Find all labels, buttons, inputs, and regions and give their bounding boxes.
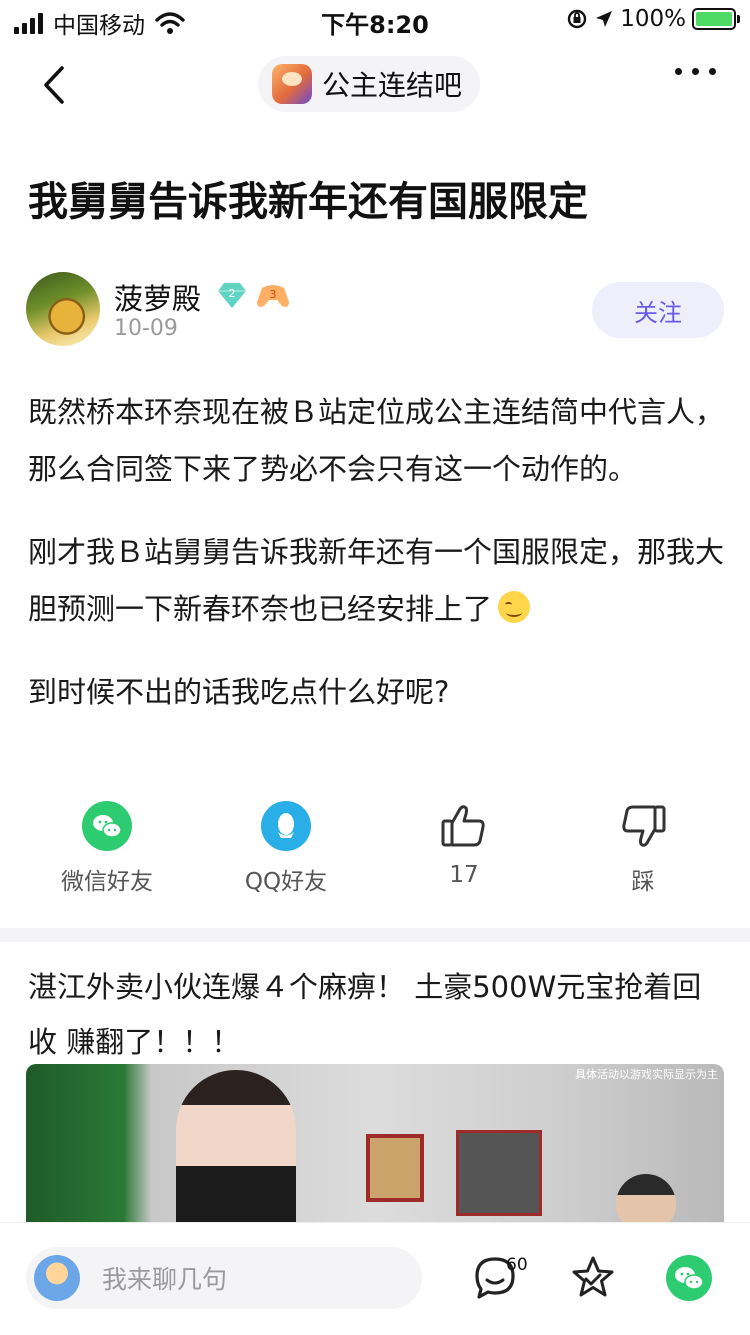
svg-text:2: 2 (229, 287, 236, 300)
share-wechat-button[interactable]: 微信好友 (27, 800, 187, 896)
paragraph: 既然桥本环奈现在被Ｂ站定位成公主连结简中代言人，那么合同签下来了势必不会只有这一… (28, 395, 725, 486)
paragraph: 到时候不出的话我吃点什么好呢? (28, 675, 450, 709)
gamepad-badge-icon: 3 (257, 285, 289, 307)
nav-bar: 公主连结吧 (0, 48, 750, 120)
section-divider (0, 928, 750, 942)
share-qq-button[interactable]: QQ好友 (206, 800, 366, 896)
status-bar: 中国移动 下午8:20 100% (0, 0, 750, 40)
favorite-star-icon[interactable] (568, 1253, 618, 1303)
share-wechat-label: 微信好友 (61, 869, 153, 895)
thumbs-up-icon (441, 805, 485, 847)
level-badge-icon: 2 (218, 283, 246, 308)
more-options-icon[interactable] (675, 68, 716, 75)
author-avatar[interactable] (26, 272, 100, 346)
wechat-share-icon[interactable] (664, 1253, 714, 1303)
ad-image[interactable]: 具体活动以游戏实际显示为主 (26, 1064, 724, 1224)
forum-avatar (272, 64, 312, 104)
post-title: 我舅舅告诉我新年还有国服限定 (28, 179, 588, 225)
forum-name: 公主连结吧 (322, 69, 463, 102)
author-name[interactable]: 菠萝殿 (114, 276, 201, 318)
ad-person (176, 1070, 296, 1224)
smile-emoji-icon (498, 591, 531, 623)
like-button[interactable]: 17 (384, 800, 544, 888)
orientation-lock-icon (568, 9, 587, 29)
user-avatar (34, 1255, 80, 1301)
dislike-label: 踩 (631, 869, 655, 895)
share-qq-label: QQ好友 (244, 869, 328, 895)
location-icon (596, 11, 613, 27)
back-icon[interactable] (30, 60, 80, 110)
comment-count: 60 (506, 1255, 528, 1275)
battery-icon (692, 8, 740, 30)
thumbs-down-icon (622, 805, 666, 847)
follow-button[interactable]: 关注 (592, 282, 724, 338)
comment-placeholder: 我来聊几句 (102, 1265, 228, 1294)
comment-input[interactable]: 我来聊几句 (26, 1247, 422, 1309)
paragraph: 刚才我Ｂ站舅舅告诉我新年还有一个国服限定，那我大胆预测一下新春环奈也已经安排上了 (28, 535, 725, 626)
share-actions: 微信好友 QQ好友 17 踩 (0, 800, 750, 900)
post-body: 既然桥本环奈现在被Ｂ站定位成公主连结简中代言人，那么合同签下来了势必不会只有这一… (28, 384, 728, 747)
post-date: 10-09 (114, 316, 178, 341)
ad-title[interactable]: 湛江外卖小伙连爆４个麻痹！ 土豪500W元宝抢着回收 赚翻了！！！ (28, 960, 728, 1070)
ad-rv-window (456, 1130, 542, 1216)
bottom-bar: 我来聊几句 60 (0, 1222, 750, 1335)
ad-person (616, 1174, 676, 1224)
ad-caption: 具体活动以游戏实际显示为主 (575, 1068, 718, 1081)
like-count: 17 (449, 862, 479, 888)
svg-text:3: 3 (270, 288, 277, 301)
qq-icon (261, 801, 311, 851)
forum-link[interactable]: 公主连结吧 (258, 56, 481, 112)
ad-rv-window (366, 1134, 424, 1202)
battery-percent: 100% (620, 6, 686, 32)
wechat-icon (82, 801, 132, 851)
dislike-button[interactable]: 踩 (563, 800, 723, 896)
